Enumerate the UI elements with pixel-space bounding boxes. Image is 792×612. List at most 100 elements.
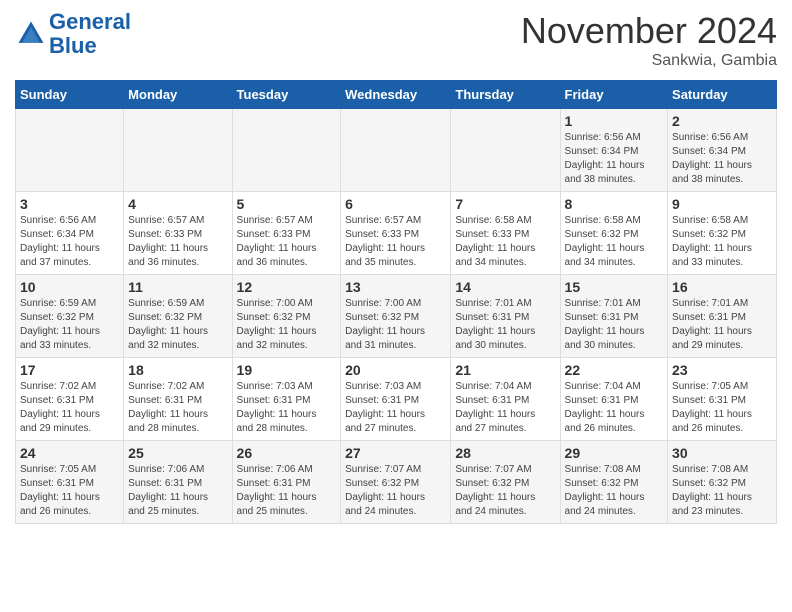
calendar-cell [16, 109, 124, 192]
day-number: 12 [237, 279, 337, 295]
header-day: Sunday [16, 81, 124, 109]
day-number: 6 [345, 196, 446, 212]
calendar-cell: 12Sunrise: 7:00 AM Sunset: 6:32 PM Dayli… [232, 275, 341, 358]
day-info: Sunrise: 6:57 AM Sunset: 6:33 PM Dayligh… [128, 214, 227, 270]
day-info: Sunrise: 7:01 AM Sunset: 6:31 PM Dayligh… [455, 297, 555, 353]
day-number: 8 [565, 196, 664, 212]
calendar-cell: 4 Sunrise: 6:57 AM Sunset: 6:33 PM Daylig… [124, 192, 232, 275]
day-info: Sunrise: 7:01 AM Sunset: 6:31 PM Dayligh… [565, 297, 664, 353]
day-number: 22 [565, 362, 664, 378]
calendar-cell: 22 Sunrise: 7:04 AM Sunset: 6:31 PM Dayli… [560, 358, 668, 441]
day-info: Sunrise: 6:57 AM Sunset: 6:33 PM Dayligh… [237, 214, 337, 270]
day-info: Sunrise: 6:59 AM Sunset: 6:32 PM Dayligh… [20, 297, 119, 353]
day-number: 1 [565, 113, 664, 129]
header-day: Monday [124, 81, 232, 109]
day-info: Sunrise: 6:56 AM Sunset: 6:34 PM Dayligh… [20, 214, 119, 270]
day-info: Sunrise: 7:04 AM Sunset: 6:31 PM Dayligh… [565, 380, 664, 436]
day-info: Sunrise: 7:08 AM Sunset: 6:32 PM Dayligh… [565, 463, 664, 519]
day-info: Sunrise: 7:04 AM Sunset: 6:31 PM Dayligh… [455, 380, 555, 436]
calendar-cell: 29 Sunrise: 7:08 AM Sunset: 6:32 PM Dayli… [560, 441, 668, 524]
location: Sankwia, Gambia [521, 52, 777, 70]
day-number: 28 [455, 445, 555, 461]
header-day: Friday [560, 81, 668, 109]
calendar-cell: 24 Sunrise: 7:05 AM Sunset: 6:31 PM Dayli… [16, 441, 124, 524]
day-number: 4 [128, 196, 227, 212]
day-info: Sunrise: 7:06 AM Sunset: 6:31 PM Dayligh… [128, 463, 227, 519]
day-number: 17 [20, 362, 119, 378]
day-number: 13 [345, 279, 446, 295]
day-info: Sunrise: 6:56 AM Sunset: 6:34 PM Dayligh… [565, 131, 664, 187]
month-title: November 2024 [521, 10, 777, 52]
calendar-cell [232, 109, 341, 192]
day-info: Sunrise: 7:05 AM Sunset: 6:31 PM Dayligh… [672, 380, 772, 436]
day-number: 14 [455, 279, 555, 295]
day-number: 23 [672, 362, 772, 378]
day-info: Sunrise: 6:59 AM Sunset: 6:32 PM Dayligh… [128, 297, 227, 353]
day-number: 3 [20, 196, 119, 212]
day-info: Sunrise: 7:05 AM Sunset: 6:31 PM Dayligh… [20, 463, 119, 519]
calendar-header: SundayMondayTuesdayWednesdayThursdayFrid… [16, 81, 777, 109]
day-number: 9 [672, 196, 772, 212]
day-info: Sunrise: 7:03 AM Sunset: 6:31 PM Dayligh… [345, 380, 446, 436]
day-number: 19 [237, 362, 337, 378]
logo-text: General Blue [49, 10, 131, 58]
day-number: 11 [128, 279, 227, 295]
calendar-cell: 21Sunrise: 7:04 AM Sunset: 6:31 PM Dayli… [451, 358, 560, 441]
header: General Blue November 2024 Sankwia, Gamb… [15, 10, 777, 70]
day-info: Sunrise: 7:08 AM Sunset: 6:32 PM Dayligh… [672, 463, 772, 519]
day-info: Sunrise: 6:58 AM Sunset: 6:32 PM Dayligh… [565, 214, 664, 270]
day-number: 27 [345, 445, 446, 461]
calendar-cell: 27 Sunrise: 7:07 AM Sunset: 6:32 PM Dayli… [341, 441, 451, 524]
calendar-cell: 28Sunrise: 7:07 AM Sunset: 6:32 PM Dayli… [451, 441, 560, 524]
header-day: Saturday [668, 81, 777, 109]
calendar-cell: 23 Sunrise: 7:05 AM Sunset: 6:31 PM Dayli… [668, 358, 777, 441]
header-day: Wednesday [341, 81, 451, 109]
day-info: Sunrise: 6:58 AM Sunset: 6:33 PM Dayligh… [455, 214, 555, 270]
header-day: Thursday [451, 81, 560, 109]
day-number: 15 [565, 279, 664, 295]
calendar-cell: 9Sunrise: 6:58 AM Sunset: 6:32 PM Daylig… [668, 192, 777, 275]
calendar-table: SundayMondayTuesdayWednesdayThursdayFrid… [15, 80, 777, 524]
page-container: General Blue November 2024 Sankwia, Gamb… [0, 0, 792, 534]
calendar-cell: 19 Sunrise: 7:03 AM Sunset: 6:31 PM Dayli… [232, 358, 341, 441]
calendar-cell [341, 109, 451, 192]
calendar-cell: 5 Sunrise: 6:57 AM Sunset: 6:33 PM Daylig… [232, 192, 341, 275]
logo-icon [15, 18, 47, 50]
calendar-cell: 8 Sunrise: 6:58 AM Sunset: 6:32 PM Daylig… [560, 192, 668, 275]
day-info: Sunrise: 7:03 AM Sunset: 6:31 PM Dayligh… [237, 380, 337, 436]
day-number: 20 [345, 362, 446, 378]
day-info: Sunrise: 7:00 AM Sunset: 6:32 PM Dayligh… [345, 297, 446, 353]
day-number: 29 [565, 445, 664, 461]
day-info: Sunrise: 7:06 AM Sunset: 6:31 PM Dayligh… [237, 463, 337, 519]
calendar-cell: 18Sunrise: 7:02 AM Sunset: 6:31 PM Dayli… [124, 358, 232, 441]
logo-line1: General [49, 10, 131, 34]
day-info: Sunrise: 7:02 AM Sunset: 6:31 PM Dayligh… [128, 380, 227, 436]
calendar-week-row: 24 Sunrise: 7:05 AM Sunset: 6:31 PM Dayli… [16, 441, 777, 524]
day-number: 24 [20, 445, 119, 461]
calendar-week-row: 17 Sunrise: 7:02 AM Sunset: 6:31 PM Dayli… [16, 358, 777, 441]
day-number: 30 [672, 445, 772, 461]
calendar-cell: 7Sunrise: 6:58 AM Sunset: 6:33 PM Daylig… [451, 192, 560, 275]
calendar-cell: 25 Sunrise: 7:06 AM Sunset: 6:31 PM Dayli… [124, 441, 232, 524]
day-number: 2 [672, 113, 772, 129]
day-number: 5 [237, 196, 337, 212]
day-info: Sunrise: 7:07 AM Sunset: 6:32 PM Dayligh… [345, 463, 446, 519]
calendar-week-row: 1 Sunrise: 6:56 AM Sunset: 6:34 PM Daylig… [16, 109, 777, 192]
calendar-cell [451, 109, 560, 192]
calendar-week-row: 10Sunrise: 6:59 AM Sunset: 6:32 PM Dayli… [16, 275, 777, 358]
calendar-cell: 6 Sunrise: 6:57 AM Sunset: 6:33 PM Daylig… [341, 192, 451, 275]
day-number: 25 [128, 445, 227, 461]
calendar-cell: 14 Sunrise: 7:01 AM Sunset: 6:31 PM Dayli… [451, 275, 560, 358]
header-row: SundayMondayTuesdayWednesdayThursdayFrid… [16, 81, 777, 109]
calendar-cell: 20 Sunrise: 7:03 AM Sunset: 6:31 PM Dayli… [341, 358, 451, 441]
day-info: Sunrise: 6:56 AM Sunset: 6:34 PM Dayligh… [672, 131, 772, 187]
calendar-cell [124, 109, 232, 192]
day-number: 26 [237, 445, 337, 461]
calendar-cell: 10Sunrise: 6:59 AM Sunset: 6:32 PM Dayli… [16, 275, 124, 358]
calendar-cell: 2 Sunrise: 6:56 AM Sunset: 6:34 PM Daylig… [668, 109, 777, 192]
day-info: Sunrise: 6:57 AM Sunset: 6:33 PM Dayligh… [345, 214, 446, 270]
calendar-cell: 17Sunrise: 7:02 AM Sunset: 6:31 PM Dayli… [16, 358, 124, 441]
calendar-cell: 1 Sunrise: 6:56 AM Sunset: 6:34 PM Daylig… [560, 109, 668, 192]
calendar-week-row: 3 Sunrise: 6:56 AM Sunset: 6:34 PM Daylig… [16, 192, 777, 275]
calendar-cell: 30 Sunrise: 7:08 AM Sunset: 6:32 PM Dayli… [668, 441, 777, 524]
